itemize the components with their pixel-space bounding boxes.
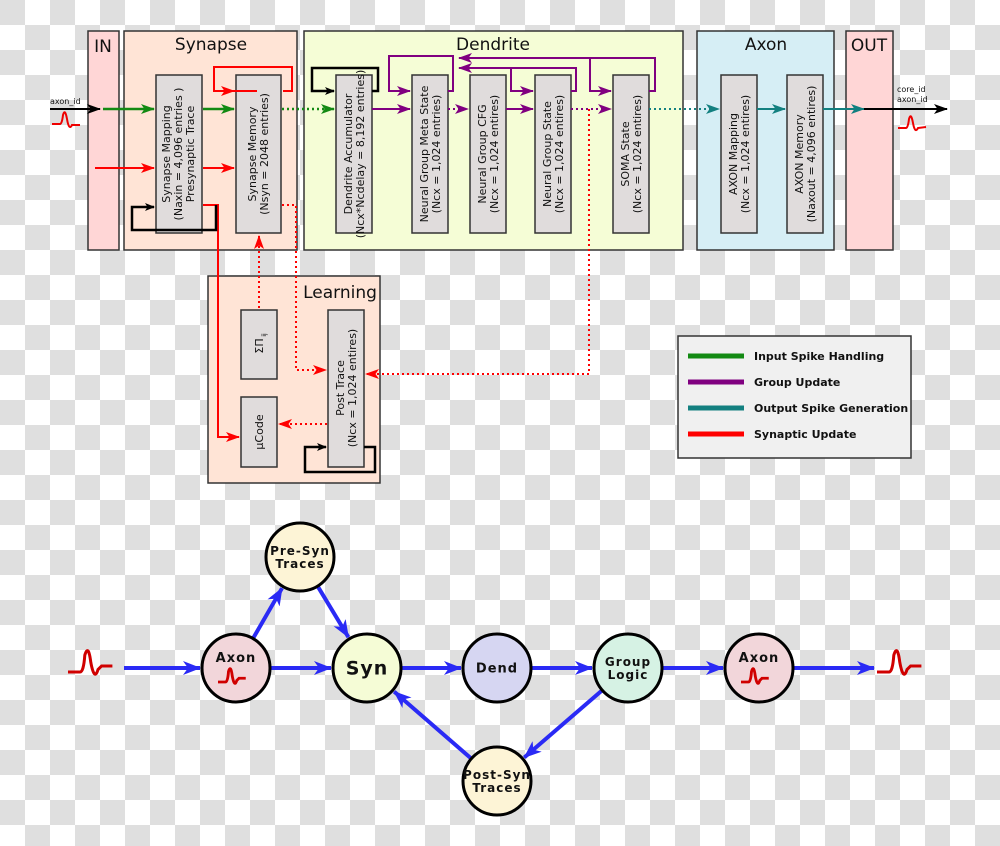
- output-axon-id-label: axon_id: [897, 95, 928, 104]
- legend-label: Output Spike Generation: [754, 402, 908, 415]
- legend-label: Synaptic Update: [754, 428, 856, 441]
- svg-text:(Ncx = 1,024 entires): (Ncx = 1,024 entires): [346, 329, 359, 447]
- edge-group-logic-to-post-syn: [522, 689, 603, 760]
- out-section: OUT: [845, 30, 894, 251]
- neural-group-state-text: Neural Group State (Ncx = 1,024 entires): [541, 95, 566, 213]
- node-axon-out: [723, 632, 795, 704]
- input-axon-id-label: axon_id: [50, 97, 81, 106]
- node-label: Syn: [346, 658, 389, 680]
- legend-label: Input Spike Handling: [754, 350, 884, 363]
- legend: Input Spike Handling Group Update Output S…: [677, 335, 912, 459]
- svg-text:µCode: µCode: [253, 414, 266, 449]
- axon-title: Axon: [745, 35, 787, 55]
- svg-text:ΣΠ: ΣΠ: [253, 338, 266, 353]
- node-label: Group: [605, 655, 651, 669]
- node-label: Axon: [739, 651, 780, 666]
- neuromorphic-core-diagram: IN Synapse Dendrite Axon OUT Learning Sy…: [50, 30, 948, 817]
- synapse-title: Synapse: [175, 35, 247, 55]
- in-label: IN: [94, 37, 112, 57]
- edge-pre-syn-to-syn: [316, 585, 351, 639]
- edge-post-syn-to-syn: [392, 690, 472, 760]
- dendrite-accumulator-text: Dendrite Accumulator (Ncx*Ncdelay = 8,19…: [342, 70, 367, 239]
- synapse-memory-text: Synapse Memory (Nsyn = 2048 entries): [246, 93, 271, 215]
- in-section: IN: [87, 30, 120, 251]
- node-axon-in: [200, 632, 272, 704]
- svg-text:(Ncx = 1,024 entires): (Ncx = 1,024 entires): [631, 95, 644, 213]
- legend-label: Group Update: [754, 376, 840, 389]
- spike-out-waveform-icon: [877, 649, 922, 676]
- svg-text:(Ncx = 1,024 entries): (Ncx = 1,024 entries): [430, 95, 443, 214]
- synapse-mapping-text: Synapse Mapping (Naxin = 4,096 entries )…: [160, 88, 197, 221]
- node-label: Traces: [472, 781, 521, 795]
- node-label: Post-Syn: [463, 768, 531, 782]
- svg-text:(Nsyn = 2048 entries): (Nsyn = 2048 entries): [258, 93, 271, 215]
- svg-text:(Ncx = 1,024 entires): (Ncx = 1,024 entires): [739, 95, 752, 213]
- svg-text:(Ncx*Ncdelay = 8,192 entries): (Ncx*Ncdelay = 8,192 entries): [354, 70, 367, 239]
- node-label: Dend: [476, 662, 518, 677]
- node-label: Pre-Syn: [270, 544, 330, 558]
- node-label: Axon: [216, 651, 257, 666]
- svg-text:(Ncx = 1,024 entires): (Ncx = 1,024 entires): [553, 95, 566, 213]
- svg-text:ij: ij: [261, 333, 268, 337]
- neural-group-cfg-text: Neural Group CFG (Ncx = 1,024 entires): [476, 95, 501, 213]
- output-spike-waveform-icon: [898, 115, 927, 132]
- svg-text:(Ncx = 1,024 entires): (Ncx = 1,024 entires): [488, 95, 501, 213]
- node-label: Logic: [608, 668, 649, 682]
- svg-text:(Naxout = 4,096 entires): (Naxout = 4,096 entires): [805, 86, 818, 223]
- node-label: Traces: [275, 557, 324, 571]
- edge-axon-in-to-pre-syn: [251, 587, 284, 639]
- ucode-text: µCode: [253, 414, 266, 449]
- learning-title: Learning: [303, 283, 377, 303]
- dendrite-title: Dendrite: [456, 35, 530, 55]
- out-label: OUT: [851, 36, 888, 56]
- neural-group-meta-state-text: Neural Group Meta State (Ncx = 1,024 ent…: [418, 85, 443, 222]
- output-core-id-label: core_id: [897, 85, 926, 94]
- spike-in-waveform-icon: [68, 649, 113, 676]
- svg-text:Presynaptic Trace: Presynaptic Trace: [184, 106, 197, 203]
- input-spike-waveform-icon: [52, 111, 80, 128]
